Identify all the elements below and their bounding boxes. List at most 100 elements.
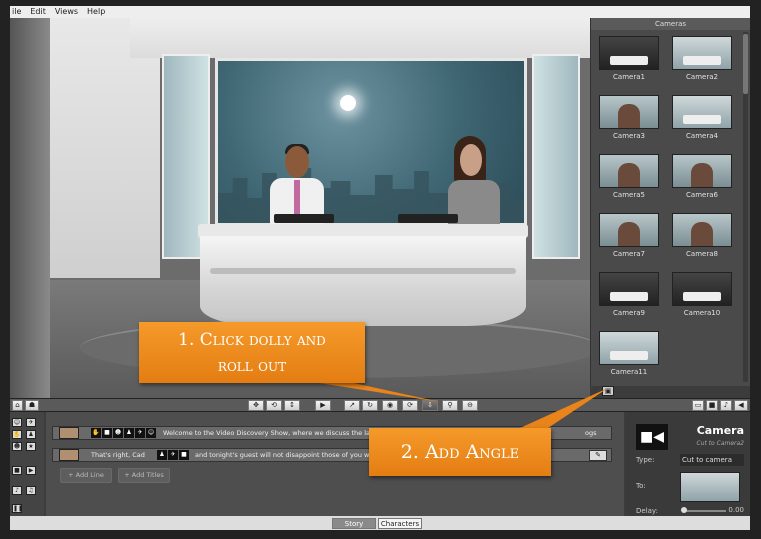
callout-step1-line2: roll out [217, 356, 287, 376]
face-icon[interactable]: ☻ [113, 428, 123, 438]
camera-toolbar: ⌂ ☗ ✥ ⟲ ↕ ▶ ↗ ↻ ◉ ⟳ ⇩ ⚲ ⊖ ▭ ■ ♪ ◀ [10, 398, 750, 412]
play-icon[interactable]: ▶ [315, 400, 331, 411]
menu-views[interactable]: Views [55, 6, 78, 18]
cameras-scrollbar[interactable] [743, 32, 748, 382]
pose-icon[interactable]: ♟ [157, 450, 167, 460]
to-camera-thumbnail[interactable] [680, 472, 740, 502]
camera-thumb-3[interactable]: Camera3 [599, 95, 659, 145]
studio-light [340, 95, 356, 111]
camera-thumb-8[interactable]: Camera8 [672, 213, 732, 263]
to-label: To: [636, 482, 646, 490]
add-angle-icon[interactable]: ▣ [602, 386, 614, 396]
video-icon[interactable]: ■ [706, 400, 718, 411]
line-action-icons: ♟ ✈ ■ [157, 450, 189, 460]
delay-label: Delay: [636, 507, 658, 515]
menu-edit[interactable]: Edit [30, 6, 46, 18]
type-select[interactable]: Cut to camera [680, 454, 744, 466]
rotate-icon[interactable]: ⟲ [266, 400, 282, 411]
camera-thumb-6[interactable]: Camera6 [672, 154, 732, 204]
camera-thumb-11[interactable]: Camera11 [599, 331, 659, 381]
gesture-icon[interactable]: ✋ [12, 430, 22, 439]
line-text-tail: ogs [585, 429, 597, 437]
cameras-panel-title: Cameras [591, 18, 750, 30]
gesture-icon[interactable]: ✋ [91, 428, 101, 438]
glass-panel-right [532, 54, 580, 259]
camera-label: Camera7 [613, 250, 645, 258]
tab-story[interactable]: Story [332, 518, 376, 529]
camera-label: Camera5 [613, 191, 645, 199]
walk-icon[interactable]: ✈ [168, 450, 178, 460]
camera-thumb-9[interactable]: Camera9 [599, 272, 659, 322]
camera-label: Camera3 [613, 132, 645, 140]
dolly-icon[interactable]: ↗ [344, 400, 360, 411]
pause-icon[interactable]: ❚❚ [12, 504, 23, 513]
camera-thumb-5[interactable]: Camera5 [599, 154, 659, 204]
desk-monitor-left [274, 214, 334, 223]
microphone-icon[interactable]: ✎ [589, 450, 607, 461]
properties-title: Camera [696, 424, 744, 437]
line-action-icons: ✋ ■ ☻ ♟ ✈ ☺ [91, 428, 156, 438]
move-icon[interactable]: ✥ [248, 400, 264, 411]
camera-icon[interactable]: ■ [12, 466, 22, 475]
people-icon[interactable]: ☗ [25, 400, 39, 411]
type-label: Type: [636, 456, 655, 464]
camera-icon[interactable]: ■ [179, 450, 189, 460]
zoom-out-icon[interactable]: ⊖ [462, 400, 478, 411]
eye-icon[interactable]: ◉ [382, 400, 398, 411]
action-icon[interactable]: ★ [26, 442, 36, 451]
music-note-icon[interactable]: ♪ [12, 486, 22, 495]
camera-thumb-10[interactable]: Camera10 [672, 272, 732, 322]
music-icon[interactable]: ♪ [720, 400, 732, 411]
cameras-scroll-thumb[interactable] [743, 34, 748, 94]
character-icon[interactable]: ☺ [12, 418, 22, 427]
pose-icon[interactable]: ♟ [124, 428, 134, 438]
camera-icon[interactable]: ■ [102, 428, 112, 438]
bottom-tab-bar: Story Characters [10, 516, 750, 530]
camera-properties-panel: ■◀ Camera Cut to Camera2 Type: Cut to ca… [626, 412, 750, 516]
dolly-roll-out-icon[interactable]: ⇩ [422, 400, 438, 411]
camera-thumbnail-grid: Camera1 Camera2 Camera3 Camera4 Camera5 … [599, 36, 739, 381]
camera-thumb-2[interactable]: Camera2 [672, 36, 732, 86]
menu-help[interactable]: Help [87, 6, 105, 18]
news-desk-stripe [210, 268, 516, 274]
camera-label: Camera10 [683, 309, 721, 317]
emotion-icon[interactable]: ☺ [146, 428, 156, 438]
refresh-icon[interactable]: ⟳ [402, 400, 418, 411]
camera-thumb-1[interactable]: Camera1 [599, 36, 659, 86]
walk-icon[interactable]: ✈ [135, 428, 145, 438]
home-icon[interactable]: ⌂ [12, 400, 23, 411]
camera-label: Camera8 [686, 250, 718, 258]
cameras-panel: Cameras Camera1 Camera2 Camera3 Camera4 … [590, 18, 750, 386]
updown-icon[interactable]: ↕ [284, 400, 300, 411]
avatar[interactable] [59, 449, 79, 461]
line-text[interactable]: That's right, Cad [91, 449, 145, 461]
walk-icon[interactable]: ✈ [26, 418, 36, 427]
camera-view-icon[interactable]: ▭ [692, 400, 704, 411]
delay-slider-handle[interactable] [681, 507, 687, 513]
speaker-icon[interactable]: ◀ [734, 400, 748, 411]
add-line-button[interactable]: + Add Line [60, 468, 112, 483]
video-clip-icon[interactable]: ▶ [26, 466, 36, 475]
orbit-icon[interactable]: ↻ [362, 400, 378, 411]
add-titles-button[interactable]: + Add Titles [118, 468, 170, 483]
delay-slider-track[interactable] [682, 510, 726, 512]
video-camera-icon: ■◀ [636, 424, 668, 450]
camera-label: Camera1 [613, 73, 645, 81]
menubar: ile Edit Views Help [10, 6, 750, 18]
callout-step1-line1: 1. Click dolly and [178, 330, 326, 350]
callout-step2: 2. Add Angle [369, 428, 551, 476]
pose-icon[interactable]: ♟ [26, 430, 36, 439]
avatar[interactable] [59, 427, 79, 439]
face-icon[interactable]: ☻ [12, 442, 22, 451]
menu-file[interactable]: ile [12, 6, 21, 18]
news-desk [200, 236, 526, 326]
camera-thumb-4[interactable]: Camera4 [672, 95, 732, 145]
zoom-icon[interactable]: ⚲ [442, 400, 458, 411]
tab-characters[interactable]: Characters [378, 518, 422, 529]
studio-ceiling [130, 18, 590, 58]
line-text[interactable]: Welcome to the Video Discovery Show, whe… [163, 427, 383, 439]
delay-value: 0.00 [728, 506, 744, 514]
camera-thumb-7[interactable]: Camera7 [599, 213, 659, 263]
camera-label: Camera4 [686, 132, 718, 140]
sound-icon[interactable]: ♫ [26, 486, 36, 495]
